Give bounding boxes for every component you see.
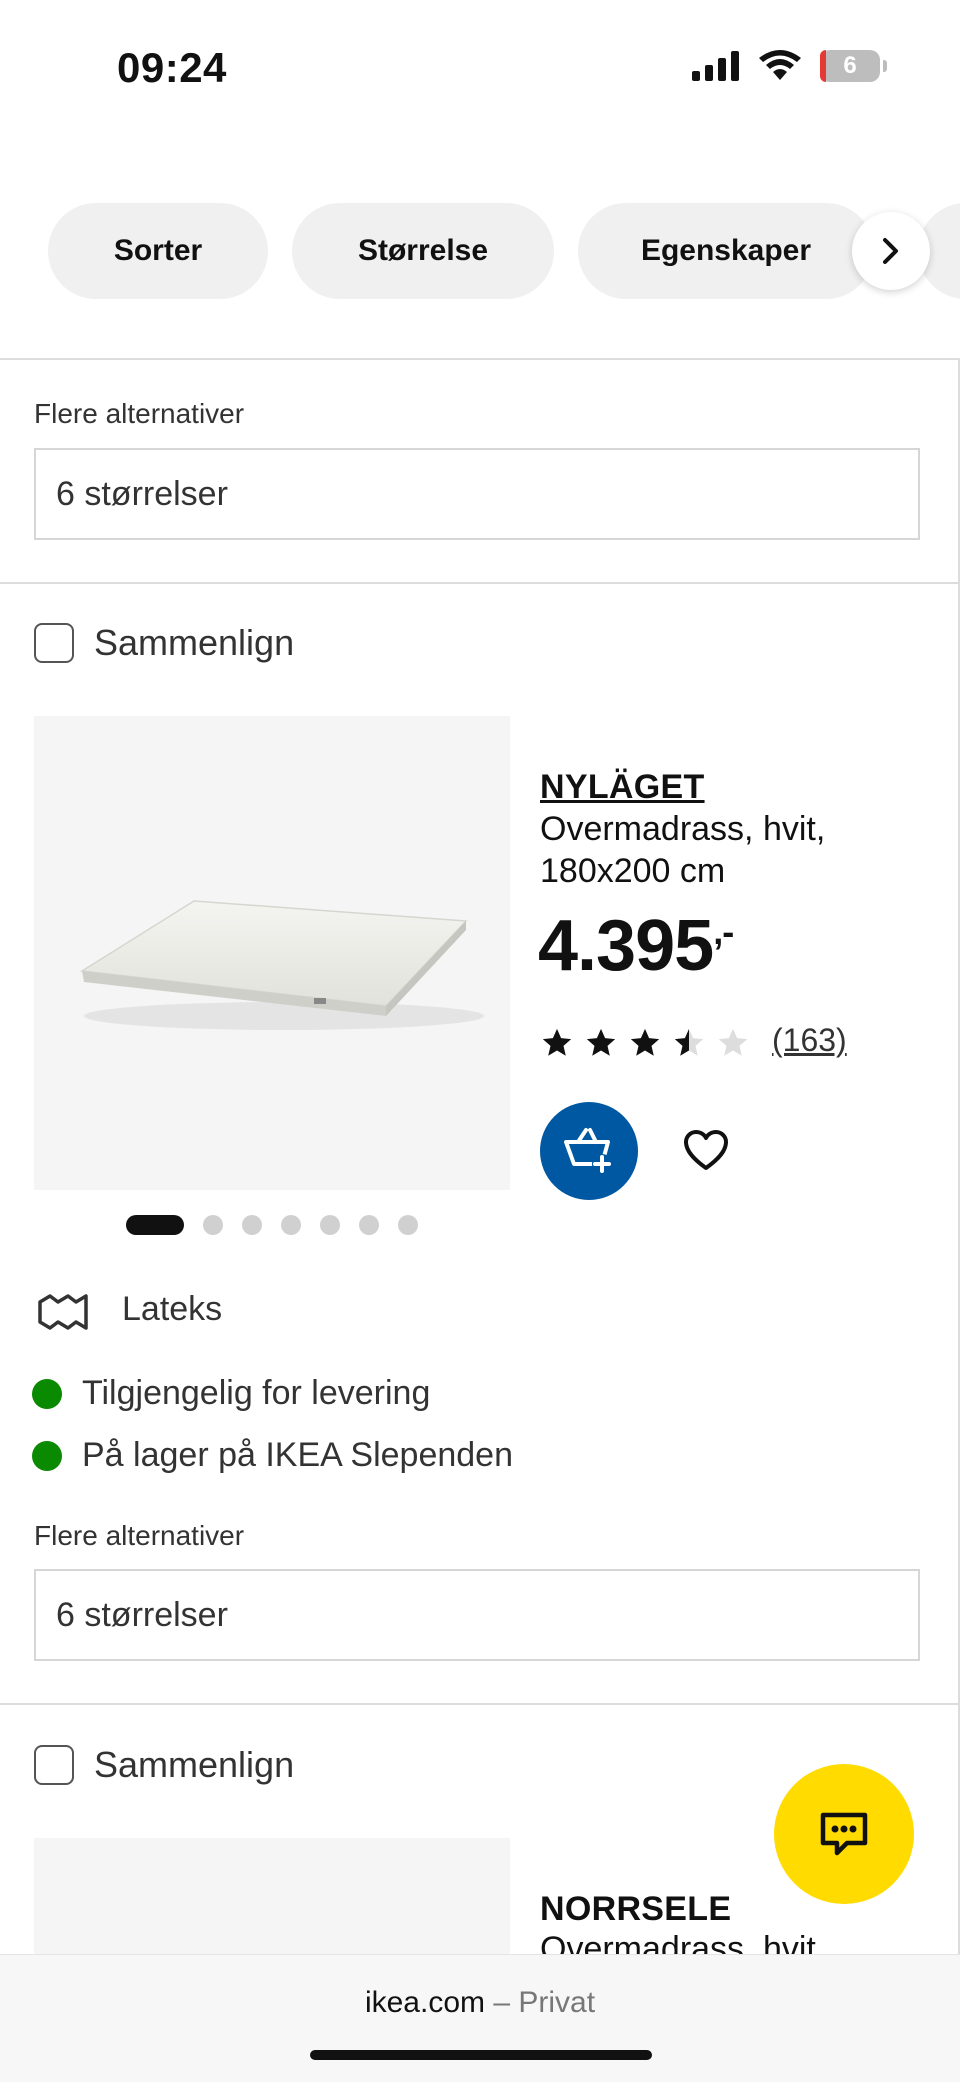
more-options-label: Flere alternativer xyxy=(34,1520,245,1551)
price-suffix: ,- xyxy=(713,911,734,952)
add-to-cart-button[interactable] xyxy=(540,1102,638,1200)
carousel-dot[interactable] xyxy=(203,1215,223,1235)
product-price: 4.395,- xyxy=(538,905,734,987)
url-domain: ikea.com xyxy=(364,1986,485,2019)
compare-toggle[interactable]: Sammenlign xyxy=(34,622,294,664)
address-bar[interactable]: ikea.com – Privat xyxy=(0,1986,960,2020)
home-indicator[interactable] xyxy=(310,2050,652,2060)
product-description: Overmadrass, hvit, 180x200 cm xyxy=(540,808,900,892)
status-dot-green xyxy=(32,1440,62,1471)
heart-icon xyxy=(684,1130,728,1170)
size-selector[interactable]: 6 størrelser xyxy=(34,448,920,540)
latex-feature-icon xyxy=(38,1294,88,1330)
star-empty-icon xyxy=(718,1028,748,1056)
status-time: 09:24 xyxy=(117,44,227,91)
rating-stars xyxy=(540,1026,750,1060)
status-dot-green xyxy=(32,1378,62,1409)
compare-label: Sammenlign xyxy=(94,622,295,663)
carousel-dot[interactable] xyxy=(398,1215,418,1235)
product-description-line2: 180x200 cm xyxy=(540,852,726,890)
carousel-dot[interactable] xyxy=(242,1215,262,1235)
battery-indicator: 6 xyxy=(820,50,887,82)
availability-text: Tilgjengelig for levering xyxy=(82,1374,431,1412)
size-chip[interactable]: Størrelse xyxy=(292,203,554,299)
image-carousel-dots[interactable] xyxy=(126,1215,418,1235)
divider xyxy=(0,582,958,584)
carousel-dot[interactable] xyxy=(359,1215,379,1235)
sort-chip[interactable]: Sorter xyxy=(48,203,268,299)
cart-add-icon xyxy=(564,1128,612,1174)
more-options-label: Flere alternativer xyxy=(34,398,245,429)
compare-toggle[interactable]: Sammenlign xyxy=(34,1744,294,1786)
carousel-dot[interactable] xyxy=(126,1215,184,1235)
star-icon xyxy=(542,1028,572,1056)
chevron-right-icon xyxy=(883,238,898,264)
availability-store: På lager på IKEA Slependen xyxy=(32,1436,513,1475)
product-image[interactable] xyxy=(34,716,510,1190)
product-name-link[interactable]: NYLÄGET xyxy=(540,768,705,807)
compare-label: Sammenlign xyxy=(94,1744,295,1785)
review-count-link[interactable]: (163) xyxy=(772,1022,847,1059)
price-value: 4.395 xyxy=(538,906,714,986)
status-icons: 6 xyxy=(692,50,887,82)
star-icon xyxy=(630,1028,660,1056)
favorite-button[interactable] xyxy=(682,1128,730,1177)
url-separator: – xyxy=(485,1986,519,2019)
carousel-dot[interactable] xyxy=(281,1215,301,1235)
chat-icon xyxy=(820,1812,868,1856)
private-mode-label: Privat xyxy=(518,1986,596,2019)
chat-button[interactable] xyxy=(774,1764,914,1904)
star-half-icon xyxy=(674,1028,704,1056)
product-image[interactable] xyxy=(34,1838,510,1958)
filters-next-button[interactable] xyxy=(852,212,930,290)
carousel-dot[interactable] xyxy=(320,1215,340,1235)
product-description-line1: Overmadrass, hvit, xyxy=(540,810,826,848)
availability-delivery: Tilgjengelig for levering xyxy=(32,1374,430,1413)
availability-text: På lager på IKEA Slependen xyxy=(82,1436,513,1474)
compare-checkbox[interactable] xyxy=(34,623,74,663)
star-icon xyxy=(586,1028,616,1056)
divider xyxy=(0,358,958,360)
compare-checkbox[interactable] xyxy=(34,1745,74,1785)
mattress-topper-image xyxy=(79,900,484,1030)
size-selector[interactable]: 6 størrelser xyxy=(34,1569,920,1661)
feature-label: Lateks xyxy=(122,1290,223,1328)
wifi-icon xyxy=(759,50,801,80)
signal-icon xyxy=(692,51,739,81)
product-name-link[interactable]: NORRSELE xyxy=(540,1890,731,1929)
divider xyxy=(0,1703,958,1705)
features-chip[interactable]: Egenskaper xyxy=(578,203,874,299)
